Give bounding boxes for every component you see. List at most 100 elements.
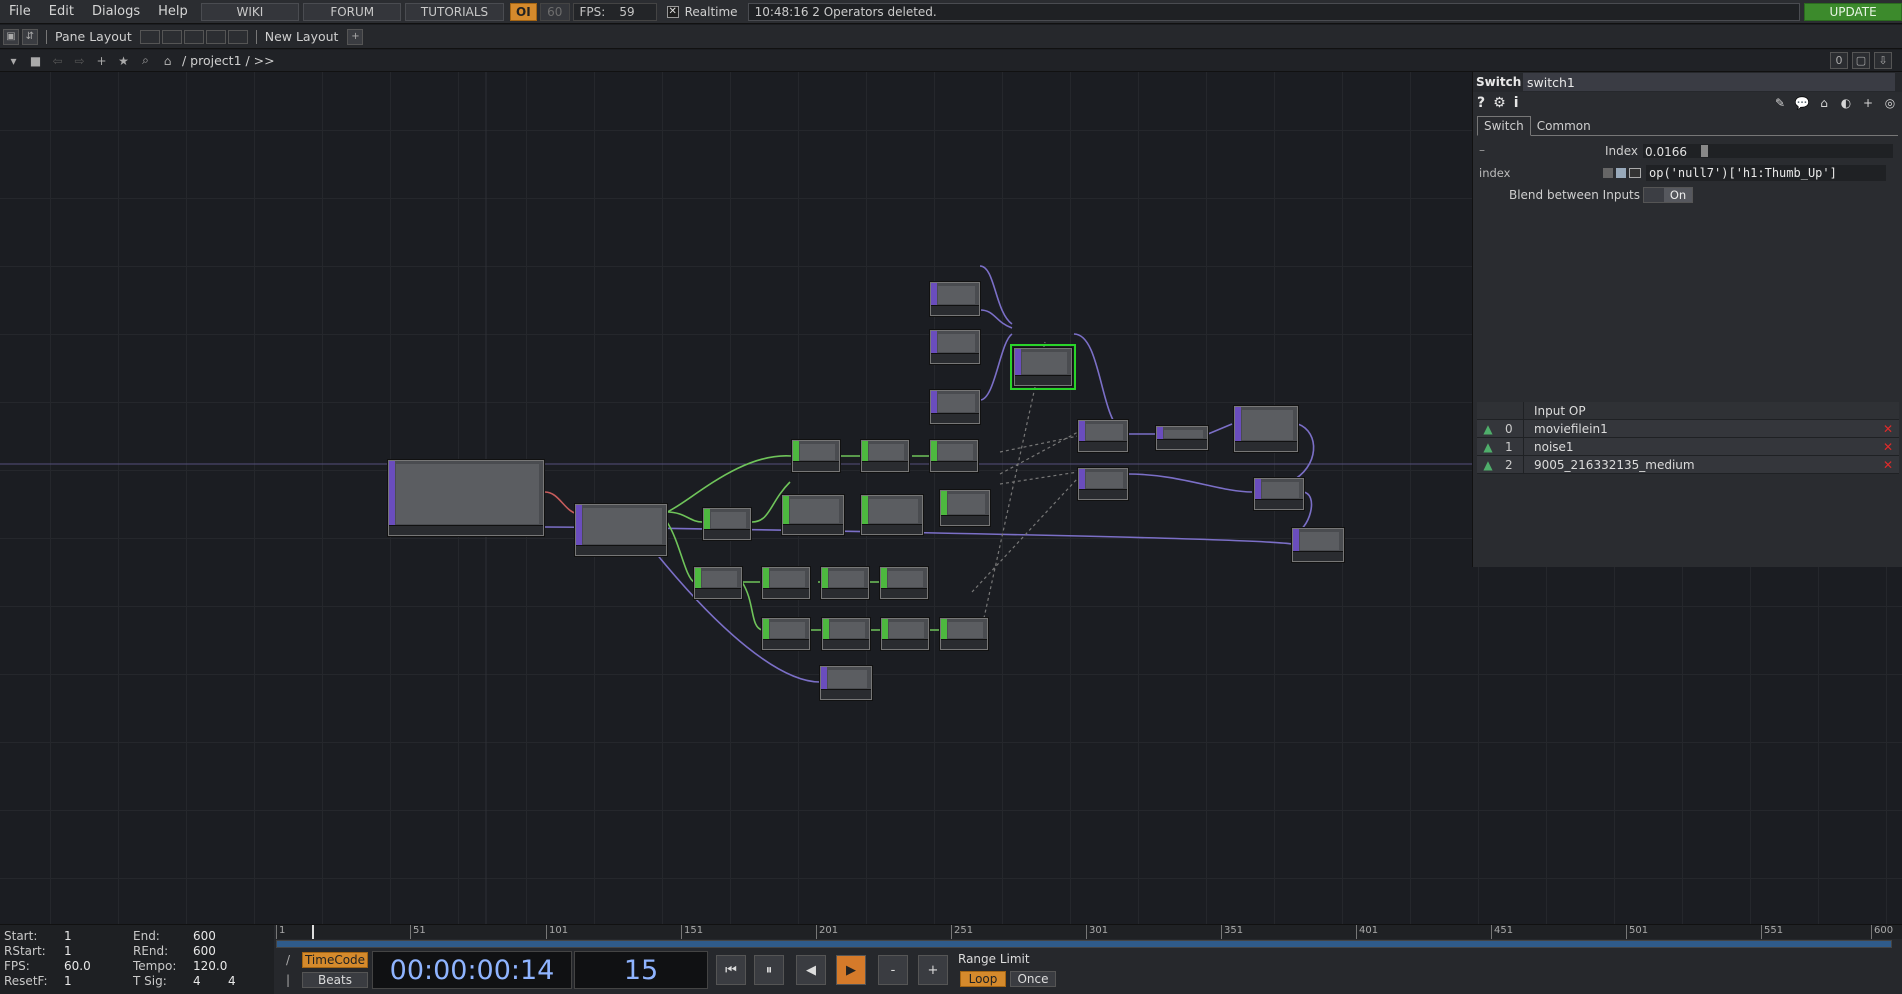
tsig-numerator[interactable]: 4 (193, 974, 201, 988)
time-ruler[interactable]: 1 51 101 151 201 251 301 351 401 451 501… (276, 925, 1902, 939)
fps-limit-button[interactable]: 60 (540, 2, 570, 21)
comment-icon[interactable]: 💬 (1794, 95, 1810, 111)
chop-node[interactable] (822, 618, 870, 650)
layout-single-button[interactable] (139, 29, 160, 44)
rewind-button[interactable]: ⏮ (716, 955, 746, 985)
step-minus-button[interactable]: - (878, 955, 908, 985)
update-button[interactable]: UPDATE (1804, 2, 1902, 21)
edit-icon[interactable]: ✎ (1772, 95, 1788, 111)
chop-node[interactable] (762, 567, 810, 599)
pane-split-icon[interactable]: ⇵ (22, 28, 38, 45)
python-icon[interactable]: ◐ (1838, 95, 1854, 111)
menu-help[interactable]: Help (149, 4, 197, 19)
timecode-display[interactable]: 00:00:00:14 (372, 951, 572, 989)
hand-tracking-node[interactable] (575, 504, 667, 556)
menu-dialogs[interactable]: Dialogs (83, 4, 149, 19)
forward-arrow-icon[interactable]: ⇨ (71, 53, 88, 69)
move-up-icon[interactable]: ▲ (1477, 440, 1499, 454)
fps-value[interactable]: 60.0 (64, 959, 91, 973)
add-icon[interactable]: + (93, 53, 110, 69)
bar-icon[interactable]: | (278, 971, 298, 989)
playhead[interactable] (312, 925, 314, 939)
tsig-denominator[interactable]: 4 (228, 974, 236, 988)
input-op-name[interactable]: moviefilein1 (1523, 419, 1877, 438)
chop-node[interactable] (861, 495, 923, 535)
add-layout-icon[interactable]: + (347, 28, 364, 45)
input-op-name[interactable]: noise1 (1523, 437, 1877, 456)
chop-node[interactable] (861, 440, 909, 472)
timecode-button[interactable]: TimeCode (302, 952, 368, 968)
start-value[interactable]: 1 (64, 929, 72, 943)
top-node[interactable] (1078, 468, 1128, 500)
star-icon[interactable]: ★ (115, 53, 132, 69)
move-up-icon[interactable]: ▲ (1477, 422, 1499, 436)
slash-icon[interactable]: / (278, 951, 298, 969)
home-icon[interactable]: ⌂ (159, 53, 176, 69)
table-row[interactable]: ▲ 0 moviefilein1 ✕ (1477, 419, 1899, 438)
chop-node[interactable] (930, 440, 978, 472)
layout-split-v-button[interactable] (161, 29, 182, 44)
tutorials-button[interactable]: TUTORIALS (405, 2, 504, 21)
move-up-icon[interactable]: ▲ (1477, 458, 1499, 472)
range-track[interactable] (276, 940, 1892, 948)
oi-button[interactable]: OI (509, 2, 538, 21)
loop-button[interactable]: Loop (960, 971, 1006, 987)
chop-node[interactable] (880, 567, 928, 599)
python-help-icon[interactable]: ⚙ (1493, 95, 1506, 111)
chop-node[interactable] (940, 490, 990, 526)
step-plus-button[interactable]: + (918, 955, 948, 985)
chop-node[interactable] (762, 618, 810, 650)
chop-node[interactable] (703, 508, 751, 540)
menu-edit[interactable]: Edit (40, 4, 83, 19)
top-node[interactable] (1156, 426, 1208, 450)
rend-value[interactable]: 600 (193, 944, 216, 958)
info-icon[interactable]: i (1514, 95, 1519, 111)
movie-source-node[interactable] (930, 282, 980, 316)
delete-icon[interactable]: ✕ (1877, 420, 1899, 438)
null-node[interactable] (820, 666, 872, 700)
index-slider-handle[interactable] (1701, 145, 1708, 157)
input-op-name[interactable]: 9005_216332135_medium (1523, 455, 1877, 474)
once-button[interactable]: Once (1010, 971, 1056, 987)
op-name-field[interactable]: switch1 (1523, 73, 1895, 91)
forum-button[interactable]: FORUM (303, 2, 402, 21)
chop-node[interactable] (792, 440, 840, 472)
add-icon[interactable]: + (1860, 95, 1876, 111)
download-icon[interactable]: ⇩ (1874, 52, 1892, 69)
mode-icon[interactable] (1616, 168, 1626, 178)
chop-node[interactable] (782, 495, 844, 535)
end-value[interactable]: 600 (193, 929, 216, 943)
layout-split-h-button[interactable] (183, 29, 204, 44)
output-node[interactable] (1292, 528, 1344, 562)
mode-icon[interactable] (1603, 168, 1613, 178)
tab-common[interactable]: Common (1531, 117, 1597, 135)
top-node[interactable] (1078, 420, 1128, 452)
moviefilein-node[interactable] (388, 460, 544, 536)
pause-button[interactable]: ⏸ (754, 955, 784, 985)
table-row[interactable]: ▲ 2 9005_216332135_medium ✕ (1477, 455, 1899, 474)
tempo-value[interactable]: 120.0 (193, 959, 227, 973)
table-row[interactable]: ▲ 1 noise1 ✕ (1477, 437, 1899, 456)
delete-icon[interactable]: ✕ (1877, 438, 1899, 456)
feedback-node[interactable] (1234, 406, 1298, 452)
step-back-button[interactable]: ◀ (796, 955, 826, 985)
rstart-value[interactable]: 1 (64, 944, 72, 958)
chop-node[interactable] (881, 618, 929, 650)
layout-quad-button[interactable] (227, 29, 248, 44)
pane-icon[interactable]: ▣ (3, 28, 19, 45)
tab-switch[interactable]: Switch (1477, 116, 1531, 136)
target-icon[interactable]: ◎ (1882, 95, 1898, 111)
play-button[interactable]: ▶ (836, 955, 866, 985)
chop-node[interactable] (940, 618, 988, 650)
chop-node[interactable] (694, 567, 742, 599)
image-node[interactable] (930, 390, 980, 424)
pane-counter[interactable]: 0 (1830, 52, 1848, 69)
expression-field[interactable]: op('null7')['h1:Thumb_Up'] (1603, 165, 1893, 181)
mode-checkbox[interactable] (1629, 168, 1641, 178)
back-arrow-icon[interactable]: ⇦ (49, 53, 66, 69)
switch1-node[interactable] (1010, 344, 1076, 390)
stop-icon[interactable]: ■ (27, 53, 44, 69)
help-icon[interactable]: ? (1477, 95, 1485, 111)
network-path[interactable]: / project1 / >> (182, 53, 275, 68)
frame-display[interactable]: 15 (574, 951, 708, 989)
